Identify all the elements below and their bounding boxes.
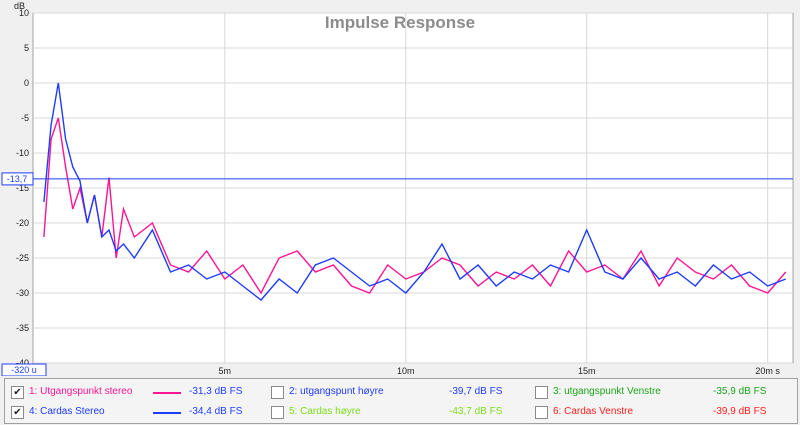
chart-title: Impulse Response (325, 13, 475, 32)
x-tick-label: 5m (219, 366, 232, 376)
legend-label-1: 1: Utgangspunkt stereo (29, 386, 133, 397)
legend-value-5: -43,7 dB FS (449, 406, 503, 417)
checkbox-3[interactable] (535, 386, 548, 399)
y-tick-label: -35 (16, 323, 29, 333)
legend: ✔ 1: Utgangspunkt stereo -31,3 dB FS 2: … (4, 378, 798, 424)
legend-line-4 (153, 412, 181, 414)
marker-x-value: -320 u (11, 365, 37, 375)
checkbox-2[interactable] (271, 386, 284, 399)
marker-y-readout: -13,7 (1, 172, 34, 186)
y-tick-label: -25 (16, 253, 29, 263)
legend-label-2: 2: utgangspunt høyre (289, 386, 384, 397)
y-tick-label: -30 (16, 288, 29, 298)
legend-label-6: 6: Cardas Venstre (553, 406, 634, 417)
y-tick-label: -20 (16, 218, 29, 228)
x-tick-label: 20m s (755, 366, 780, 376)
marker-y-value: -13,7 (7, 174, 28, 184)
y-tick-label: 5 (24, 43, 29, 53)
checkbox-5[interactable] (271, 406, 284, 419)
legend-label-4: 4: Cardas Stereo (29, 406, 105, 417)
checkbox-6[interactable] (535, 406, 548, 419)
checkbox-1[interactable]: ✔ (11, 386, 24, 399)
legend-value-1: -31,3 dB FS (189, 386, 243, 397)
legend-line-1 (153, 392, 181, 394)
x-tick-label: 10m (397, 366, 415, 376)
legend-value-2: -39,7 dB FS (449, 386, 503, 397)
legend-value-6: -39,9 dB FS (713, 406, 767, 417)
x-tick-labels: 5m 10m 15m 20m s (219, 366, 781, 376)
y-tick-labels: 1050-5-10-15-20-25-30-35-40 (16, 8, 29, 368)
checkbox-4[interactable]: ✔ (11, 406, 24, 419)
y-tick-label: 0 (24, 78, 29, 88)
y-tick-label: -10 (16, 148, 29, 158)
legend-label-5: 5: Cardas høyre (289, 406, 361, 417)
y-axis-label: dB (14, 1, 25, 11)
x-tick-label: 15m (578, 366, 596, 376)
marker-x-readout: -320 u (1, 363, 47, 376)
y-tick-label: -5 (21, 113, 29, 123)
legend-label-3: 3: utgangspunkt Venstre (553, 386, 661, 397)
impulse-response-chart: 1050-5-10-15-20-25-30-35-40 5m 10m 15m 20m … (1, 1, 794, 376)
legend-value-3: -35,9 dB FS (713, 386, 767, 397)
legend-value-4: -34,4 dB FS (189, 406, 243, 417)
